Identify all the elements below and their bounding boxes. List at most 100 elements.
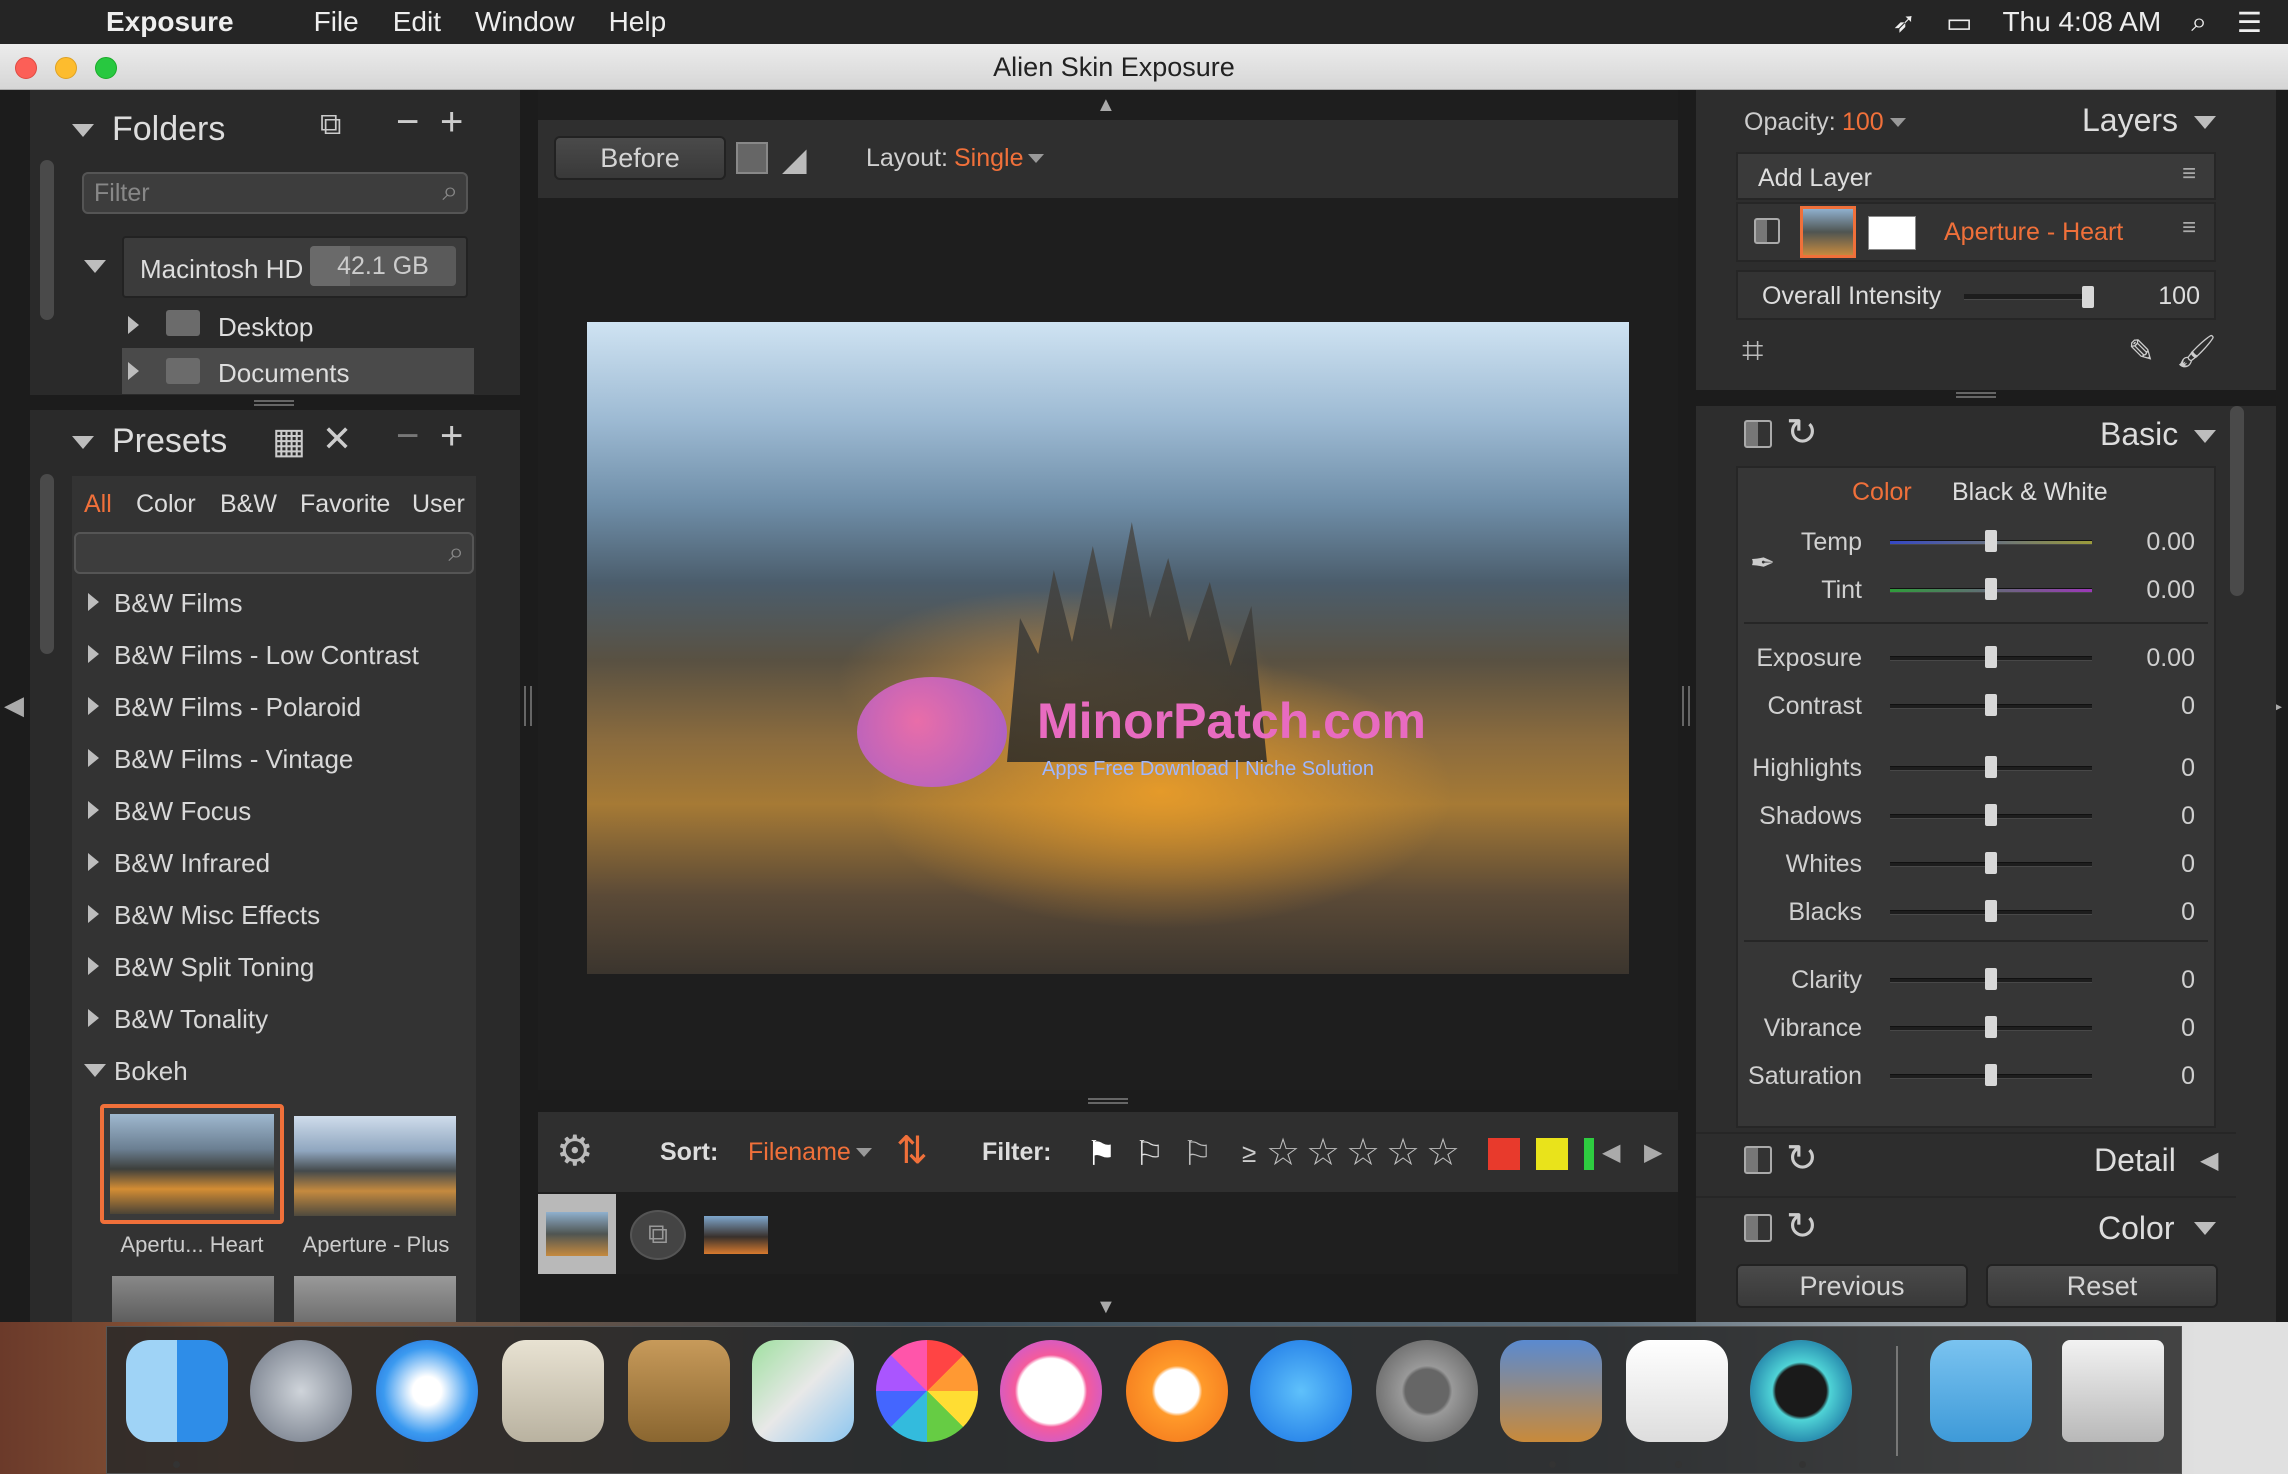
- presets-search-input[interactable]: ⌕: [74, 532, 474, 574]
- mail-icon[interactable]: [502, 1340, 604, 1442]
- rating-star-icon[interactable]: ☆: [1306, 1130, 1340, 1175]
- reset-section-icon[interactable]: ↻: [1786, 410, 1818, 455]
- preset-thumb-selected[interactable]: [100, 1104, 284, 1224]
- virtual-copy-icon[interactable]: ⧉: [630, 1210, 686, 1260]
- exposure-app-icon[interactable]: [1750, 1340, 1852, 1442]
- slider-value-exposure[interactable]: 0.00: [2115, 644, 2195, 673]
- finder-icon[interactable]: [126, 1340, 228, 1442]
- before-button[interactable]: Before: [554, 136, 726, 180]
- section-toggle-icon[interactable]: [1744, 1146, 1772, 1174]
- basic-collapse-icon[interactable]: [2194, 430, 2216, 443]
- menu-edit[interactable]: Edit: [393, 6, 441, 38]
- layout-select[interactable]: Single: [954, 144, 1024, 173]
- slider-value-shadows[interactable]: 0: [2115, 802, 2195, 831]
- preset-group-expand-icon[interactable]: [88, 593, 99, 611]
- presets-scrollbar[interactable]: [40, 474, 54, 654]
- preset-group[interactable]: B&W Misc Effects: [114, 900, 320, 931]
- detail-expand-icon[interactable]: ◀: [2200, 1146, 2218, 1175]
- system-preferences-icon[interactable]: [1376, 1340, 1478, 1442]
- reset-section-icon[interactable]: ↻: [1786, 1204, 1818, 1249]
- contacts-icon[interactable]: [628, 1340, 730, 1442]
- folders-add-icon[interactable]: +: [440, 100, 463, 145]
- launchpad-icon[interactable]: [250, 1340, 352, 1442]
- folder-item-documents[interactable]: Documents: [218, 358, 350, 389]
- collapse-all-icon[interactable]: ✕: [322, 418, 352, 460]
- intensity-slider[interactable]: [1964, 294, 2094, 300]
- preset-group-expand-icon[interactable]: [88, 645, 99, 663]
- preset-group-expand-icon[interactable]: [88, 697, 99, 715]
- compare-toggle-icon[interactable]: [736, 142, 768, 174]
- flag-unflagged-icon[interactable]: ⚐: [1182, 1134, 1212, 1174]
- color-title[interactable]: Color: [2098, 1210, 2174, 1247]
- sort-direction-icon[interactable]: ⇅: [896, 1128, 928, 1173]
- presets-remove-icon[interactable]: −: [396, 414, 419, 459]
- preset-group-expand-icon[interactable]: [88, 905, 99, 923]
- preset-group[interactable]: B&W Infrared: [114, 848, 270, 879]
- right-resize-handle[interactable]: [1682, 686, 1690, 726]
- preset-group[interactable]: B&W Split Toning: [114, 952, 314, 983]
- intensity-value[interactable]: 100: [2130, 282, 2200, 311]
- folders-import-icon[interactable]: ⧉: [320, 108, 341, 142]
- intensity-knob[interactable]: [2082, 286, 2094, 308]
- notification-center-icon[interactable]: ☰: [2237, 6, 2262, 39]
- section-toggle-icon[interactable]: [1744, 1214, 1772, 1242]
- scroll-left-icon[interactable]: ◀: [1602, 1138, 1620, 1167]
- rating-star-icon[interactable]: ☆: [1346, 1130, 1380, 1175]
- slider-value-contrast[interactable]: 0: [2115, 692, 2195, 721]
- preset-tab-bw[interactable]: B&W: [220, 490, 277, 519]
- crop-icon[interactable]: ⌗: [1742, 330, 1763, 373]
- preset-thumb[interactable]: [294, 1116, 456, 1216]
- layer-name[interactable]: Aperture - Heart: [1944, 218, 2123, 247]
- exposure-slider-knob[interactable]: [1985, 646, 1997, 668]
- menu-icon[interactable]: ≡: [2182, 214, 2196, 242]
- preset-group[interactable]: B&W Films - Low Contrast: [114, 640, 419, 671]
- layout-dropdown-icon[interactable]: [1028, 154, 1044, 163]
- downloads-folder-icon[interactable]: [1930, 1340, 2032, 1442]
- layer-mask-thumbnail[interactable]: [1868, 216, 1916, 250]
- tint-slider-knob[interactable]: [1985, 578, 1997, 600]
- detail-title[interactable]: Detail: [2094, 1142, 2176, 1179]
- slider-value-saturation[interactable]: 0: [2115, 1062, 2195, 1091]
- preset-group[interactable]: B&W Films - Polaroid: [114, 692, 361, 723]
- preset-group[interactable]: B&W Films: [114, 588, 243, 619]
- rating-star-icon[interactable]: ☆: [1266, 1130, 1300, 1175]
- menu-clock[interactable]: Thu 4:08 AM: [2002, 6, 2161, 38]
- split-view-icon[interactable]: ◢: [782, 140, 807, 178]
- pen-brush-icon[interactable]: ✎: [2128, 332, 2155, 370]
- filmstrip-thumb[interactable]: [704, 1216, 768, 1254]
- ibooks-icon[interactable]: [1126, 1340, 1228, 1442]
- slider-value-blacks[interactable]: 0: [2115, 898, 2195, 927]
- vibrance-slider-knob[interactable]: [1985, 1016, 1997, 1038]
- preset-group-bokeh[interactable]: Bokeh: [114, 1056, 188, 1087]
- filmstrip-thumb-selected[interactable]: [538, 1194, 616, 1274]
- preset-group[interactable]: B&W Tonality: [114, 1004, 268, 1035]
- mode-color-tab[interactable]: Color: [1852, 478, 1912, 507]
- rating-star-icon[interactable]: ☆: [1386, 1130, 1420, 1175]
- slider-value-clarity[interactable]: 0: [2115, 966, 2195, 995]
- contrast-slider-knob[interactable]: [1985, 694, 1997, 716]
- menu-help[interactable]: Help: [609, 6, 667, 38]
- panel-resize-handle[interactable]: [1956, 392, 1996, 398]
- folder-item-desktop[interactable]: Desktop: [218, 312, 313, 343]
- preset-group[interactable]: B&W Focus: [114, 796, 251, 827]
- menu-app-name[interactable]: Exposure: [106, 6, 234, 38]
- panel-resize-handle[interactable]: [254, 400, 294, 406]
- photos-icon[interactable]: [876, 1340, 978, 1442]
- preset-group-collapse-icon[interactable]: [84, 1064, 106, 1077]
- drive-expand-icon[interactable]: [84, 260, 106, 273]
- spotlight-search-icon[interactable]: ⌕: [2191, 6, 2207, 39]
- shadows-slider-knob[interactable]: [1985, 804, 1997, 826]
- preset-group-expand-icon[interactable]: [88, 957, 99, 975]
- preset-group-expand-icon[interactable]: [88, 853, 99, 871]
- location-icon[interactable]: ➶: [1893, 6, 1916, 39]
- preset-group-expand-icon[interactable]: [88, 1009, 99, 1027]
- layer-thumbnail[interactable]: [1800, 206, 1856, 258]
- menu-window[interactable]: Window: [475, 6, 575, 38]
- folders-remove-icon[interactable]: −: [396, 100, 419, 145]
- scroll-right-icon[interactable]: ▶: [1644, 1138, 1662, 1167]
- preset-tab-favorite[interactable]: Favorite: [300, 490, 390, 519]
- folders-collapse-icon[interactable]: [72, 124, 94, 137]
- collapse-top-icon[interactable]: ▲: [1096, 94, 1116, 117]
- adjustments-scrollbar[interactable]: [2230, 406, 2244, 596]
- folders-filter-input[interactable]: Filter ⌕: [82, 172, 468, 214]
